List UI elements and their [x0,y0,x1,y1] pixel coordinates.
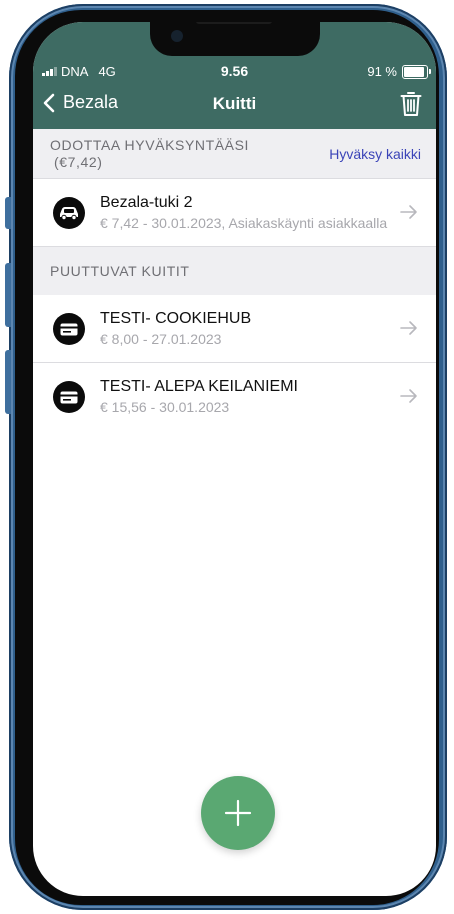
trash-icon [400,92,422,116]
add-receipt-button[interactable] [201,776,275,850]
credit-card-icon [53,381,85,413]
missing-header-title: PUUTTUVAT KUITIT [50,263,190,279]
plus-icon [224,799,252,827]
volume-down-button [5,350,11,414]
pending-header-amount: (€7,42) [54,154,103,170]
arrow-right-icon [400,389,417,403]
pending-header-line1: ODOTTAA HYVÄKSYNTÄÄSI [50,137,250,153]
page-title: Kuitti [212,94,257,113]
arrow-right-icon [400,205,417,219]
status-right: 91 % [367,64,431,79]
list-item[interactable]: TESTI- ALEPA KEILANIEMI € 15,56 - 30.01.… [33,363,436,430]
item-subtitle: € 8,00 - 27.01.2023 [100,331,222,347]
delete-button[interactable] [400,91,422,122]
mute-switch [5,197,11,229]
missing-section-header: PUUTTUVAT KUITIT [33,246,436,296]
item-title: Bezala-tuki 2 [100,194,193,211]
credit-card-icon [53,313,85,345]
volume-up-button [5,263,11,327]
pending-section-header: ODOTTAA HYVÄKSYNTÄÄSI (€7,42) Hyväksy ka… [33,129,436,179]
phone-screen: DNA 4G 9.56 91 % Bezala Kuitti ODOTTAA H [33,22,436,896]
battery-icon [402,64,431,79]
item-title: TESTI- ALEPA KEILANIEMI [100,378,298,395]
item-subtitle: € 7,42 - 30.01.2023, Asiakaskäynti asiak… [100,215,388,231]
list-item[interactable]: TESTI- COOKIEHUB € 8,00 - 27.01.2023 [33,295,436,363]
item-subtitle: € 15,56 - 30.01.2023 [100,399,230,415]
arrow-right-icon [400,321,417,335]
approve-all-link[interactable]: Hyväksy kaikki [329,146,421,162]
pending-header-title: ODOTTAA HYVÄKSYNTÄÄSI (€7,42) [50,137,249,171]
speaker [196,22,272,24]
list-item[interactable]: Bezala-tuki 2 € 7,42 - 30.01.2023, Asiak… [33,179,436,246]
car-icon [53,197,85,229]
battery-percent: 91 % [367,64,397,79]
item-title: TESTI- COOKIEHUB [100,310,252,327]
front-camera [171,30,183,42]
